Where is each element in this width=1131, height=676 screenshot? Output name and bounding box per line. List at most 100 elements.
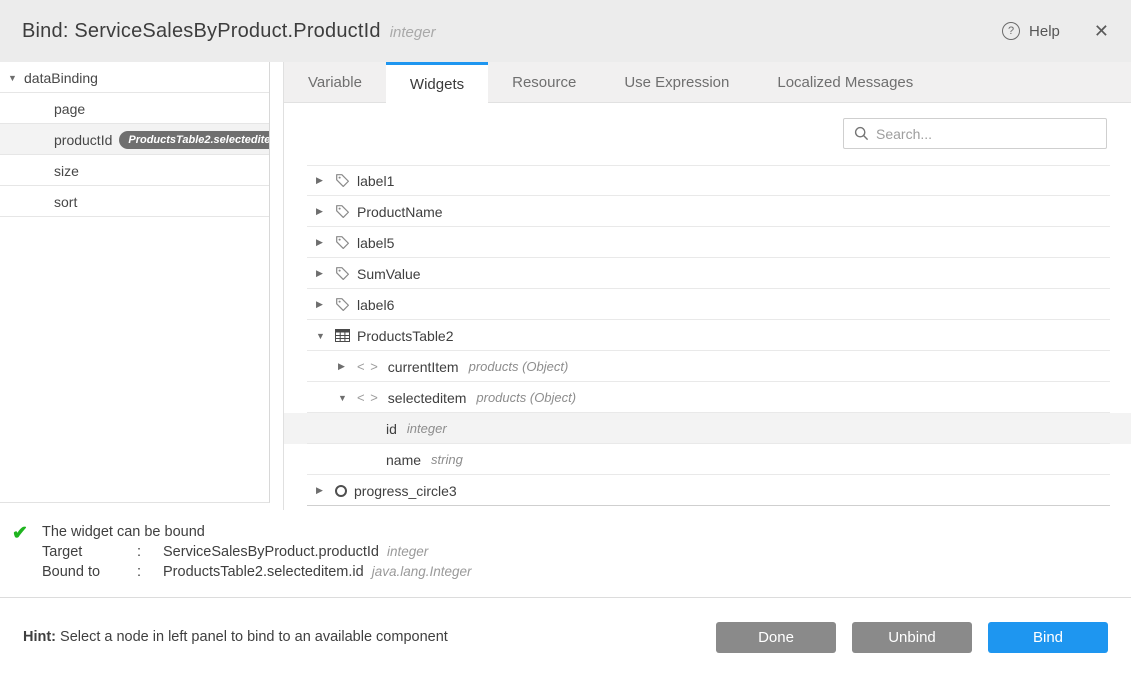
caret-down-icon[interactable]: ▼ — [316, 331, 335, 341]
tree-node-databinding[interactable]: ▼ dataBinding — [0, 62, 269, 93]
caret-right-icon[interactable]: ▶ — [316, 299, 335, 310]
code-brackets-icon: < > — [357, 390, 379, 405]
tag-icon — [335, 297, 350, 312]
databinding-tree-panel: ▼ dataBinding page productId ProductsTable… — [0, 62, 270, 503]
status-row-bound-to: Bound to:ProductsTable2.selecteditem.id j… — [42, 562, 1131, 582]
search-icon — [854, 126, 869, 141]
caret-right-icon[interactable]: ▶ — [316, 237, 335, 248]
tree-node-size[interactable]: size — [0, 155, 269, 186]
widget-type: string — [431, 452, 463, 467]
tab-widgets[interactable]: Widgets — [386, 62, 488, 104]
tag-icon — [335, 266, 350, 281]
dialog-footer: Hint: Select a node in left panel to bin… — [0, 597, 1131, 676]
tree-node-label: page — [54, 101, 85, 117]
help-icon[interactable]: ? — [1002, 22, 1020, 40]
widget-row-label6[interactable]: ▶ label6 — [284, 289, 1131, 320]
status-separator: : — [137, 562, 163, 582]
widget-row-SumValue[interactable]: ▶ SumValue — [284, 258, 1131, 289]
caret-right-icon[interactable]: ▶ — [316, 175, 335, 186]
caret-down-icon[interactable]: ▼ — [338, 393, 357, 403]
status-message: The widget can be bound — [42, 522, 1131, 542]
check-icon: ✔ — [12, 522, 28, 545]
tag-icon — [335, 204, 350, 219]
status-value-text: ProductsTable2.selecteditem.id — [163, 564, 364, 580]
widget-label: ProductName — [357, 204, 443, 220]
close-icon[interactable]: ✕ — [1094, 22, 1109, 40]
widget-label: label1 — [357, 173, 394, 189]
tab-use-expression[interactable]: Use Expression — [600, 62, 753, 103]
status-row-target: Target:ServiceSalesByProduct.productId in… — [42, 542, 1131, 562]
widget-type: products (Object) — [476, 390, 576, 405]
widget-label: selecteditem — [388, 390, 467, 406]
tag-icon — [335, 235, 350, 250]
widget-row-name[interactable]: namestring — [284, 444, 1131, 475]
widget-row-progress_circle3[interactable]: ▶ progress_circle3 — [284, 475, 1131, 506]
status-value: ServiceSalesByProduct.productId integer — [163, 542, 1131, 562]
done-button[interactable]: Done — [716, 622, 836, 653]
caret-right-icon[interactable]: ▶ — [316, 268, 335, 279]
left-tree-items: page productId ProductsTable2.selecteditem… — [0, 93, 269, 217]
code-brackets-icon: < > — [357, 359, 379, 374]
widget-type: products (Object) — [469, 359, 569, 374]
binding-badge: ProductsTable2.selecteditem.id — [119, 131, 269, 149]
status-label: Target — [42, 542, 137, 562]
tab-variable[interactable]: Variable — [284, 62, 386, 103]
tree-node-sort[interactable]: sort — [0, 186, 269, 217]
widget-row-label5[interactable]: ▶ label5 — [284, 227, 1131, 258]
widget-row-label1[interactable]: ▶ label1 — [284, 165, 1131, 196]
unbind-button[interactable]: Unbind — [852, 622, 972, 653]
dialog-title-type: integer — [390, 21, 436, 41]
hint-label: Hint: — [23, 629, 56, 645]
tab-bar: VariableWidgetsResourceUse ExpressionLoc… — [284, 62, 1131, 103]
caret-right-icon[interactable]: ▶ — [338, 361, 357, 372]
widget-tree-list: ▶ label1 ▶ ProductName ▶ label5 ▶ SumValue ▶ labe… — [284, 165, 1131, 506]
caret-right-icon[interactable]: ▶ — [316, 485, 335, 496]
dialog-header: Bind: ServiceSalesByProduct.ProductId in… — [0, 0, 1131, 62]
caret-right-icon[interactable]: ▶ — [316, 206, 335, 217]
bind-status-section: ✔ The widget can be bound Target:Service… — [0, 510, 1131, 597]
tab-localized-messages[interactable]: Localized Messages — [753, 62, 937, 103]
widget-row-currentItem[interactable]: ▶< > currentItem products (Object) — [284, 351, 1131, 382]
header-actions: ? Help ✕ — [1002, 22, 1109, 40]
tree-node-productId[interactable]: productId ProductsTable2.selecteditem.id — [0, 124, 269, 155]
widget-label: ProductsTable2 — [357, 328, 454, 344]
search-box[interactable] — [843, 118, 1107, 149]
status-value-type: integer — [387, 544, 428, 559]
widget-label: label5 — [357, 235, 394, 251]
search-input[interactable] — [876, 126, 1096, 142]
tree-node-page[interactable]: page — [0, 93, 269, 124]
status-rows: Target:ServiceSalesByProduct.productId in… — [42, 542, 1131, 582]
status-details: The widget can be bound Target:ServiceSa… — [0, 510, 1131, 582]
status-label: Bound to — [42, 562, 137, 582]
hint-text: Hint: Select a node in left panel to bin… — [23, 629, 448, 645]
help-button[interactable]: Help — [1029, 23, 1060, 40]
widget-label: SumValue — [357, 266, 421, 282]
hint-body: Select a node in left panel to bind to a… — [56, 629, 448, 645]
dialog-title: Bind: ServiceSalesByProduct.ProductId — [22, 20, 381, 43]
tab-resource[interactable]: Resource — [488, 62, 600, 103]
widget-row-ProductsTable2[interactable]: ▼ ProductsTable2 — [284, 320, 1131, 351]
status-separator: : — [137, 542, 163, 562]
tag-icon — [335, 173, 350, 188]
widget-label: progress_circle3 — [354, 483, 457, 499]
tree-node-label: productId — [54, 132, 112, 148]
progress-circle-icon — [335, 485, 347, 497]
search-area — [284, 103, 1131, 165]
widget-row-id[interactable]: idinteger — [284, 413, 1131, 444]
status-value-type: java.lang.Integer — [372, 564, 472, 579]
widget-label: id — [386, 421, 397, 437]
tree-node-label: size — [54, 163, 79, 179]
widget-label: label6 — [357, 297, 394, 313]
bind-content-panel: VariableWidgetsResourceUse ExpressionLoc… — [283, 62, 1131, 510]
status-value-text: ServiceSalesByProduct.productId — [163, 544, 379, 560]
tree-node-label: dataBinding — [24, 70, 98, 86]
widget-row-selecteditem[interactable]: ▼< > selecteditem products (Object) — [284, 382, 1131, 413]
caret-down-icon[interactable]: ▼ — [8, 73, 24, 83]
bind-button[interactable]: Bind — [988, 622, 1108, 653]
footer-buttons: Done Unbind Bind — [716, 622, 1108, 653]
widget-label: currentItem — [388, 359, 459, 375]
widget-row-ProductName[interactable]: ▶ ProductName — [284, 196, 1131, 227]
tree-node-label: sort — [54, 194, 77, 210]
ring-shape — [335, 485, 347, 497]
table-icon — [335, 329, 350, 342]
